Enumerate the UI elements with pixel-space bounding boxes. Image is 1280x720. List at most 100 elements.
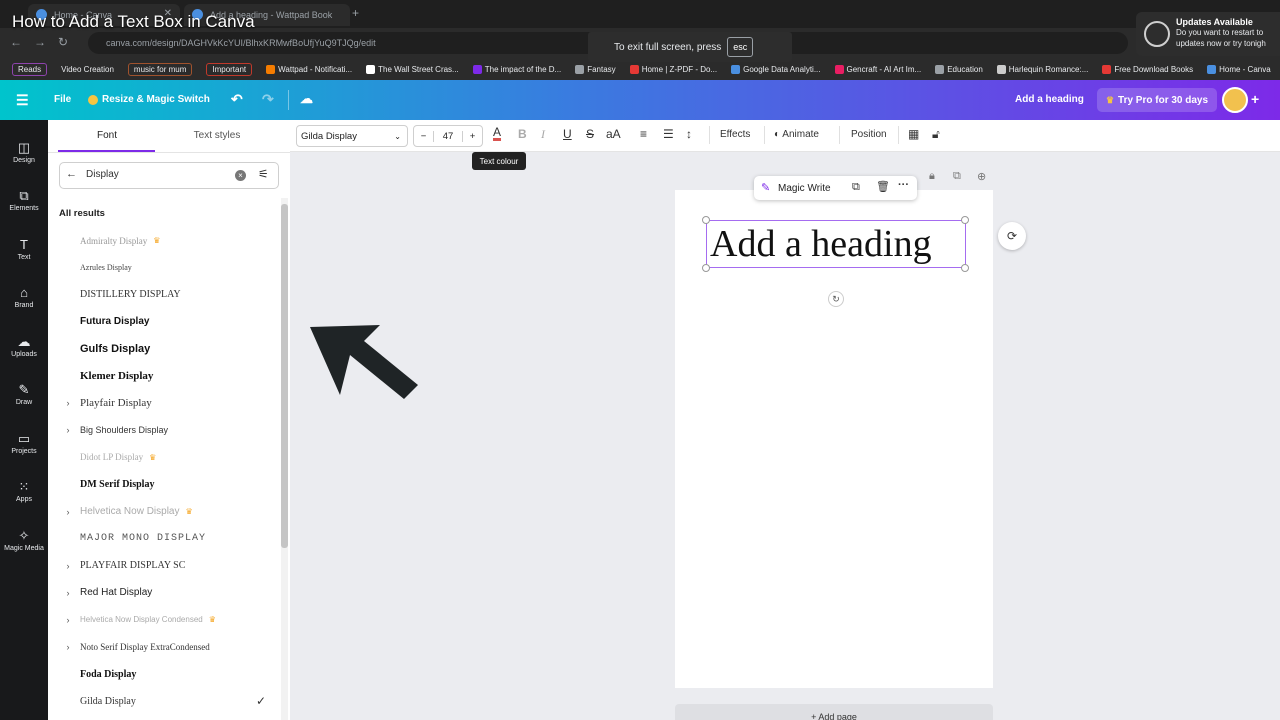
font-list-item[interactable]: › Helvetica Now Display Condensed ♛: [56, 606, 278, 633]
font-list-item[interactable]: Klemer Display: [56, 363, 278, 390]
position-button[interactable]: Position: [851, 129, 887, 140]
expand-chevron-icon[interactable]: ›: [56, 398, 80, 408]
rail-item-projects[interactable]: ▭ Projects: [0, 421, 48, 465]
bookmark-item[interactable]: Free Download Books: [1098, 64, 1197, 74]
duplicate-page-icon[interactable]: ⧉: [953, 170, 961, 183]
font-list-item[interactable]: › PLAYFAIR DISPLAY SC: [56, 552, 278, 579]
lock-icon[interactable]: 🔓︎: [932, 127, 940, 142]
text-color-icon[interactable]: A: [493, 125, 501, 139]
document-title[interactable]: Add a heading: [1015, 94, 1084, 105]
menu-icon[interactable]: ☰: [16, 92, 29, 109]
font-list-item[interactable]: Azrules Display: [56, 254, 278, 281]
font-list-item[interactable]: Didot LP Display ♛: [56, 444, 278, 471]
add-collaborator-icon[interactable]: +: [1251, 91, 1259, 107]
font-list-item[interactable]: Futura Display: [56, 308, 278, 335]
rail-item-brand[interactable]: ⌂ Brand: [0, 276, 48, 320]
increase-size-button[interactable]: +: [462, 130, 482, 142]
expand-chevron-icon[interactable]: ›: [56, 615, 80, 625]
font-list-item[interactable]: › Playfair Display: [56, 390, 278, 417]
expand-chevron-icon[interactable]: ›: [56, 588, 80, 598]
add-page-button[interactable]: + Add page: [675, 704, 993, 720]
font-list-item[interactable]: DISTILLERY DISPLAY: [56, 281, 278, 308]
tab-font[interactable]: Font: [52, 130, 162, 141]
bookmark-item[interactable]: The impact of the D...: [469, 64, 565, 74]
bookmark-item[interactable]: Important: [202, 62, 256, 76]
back-icon[interactable]: ←: [10, 35, 22, 49]
back-arrow-icon[interactable]: ←: [66, 168, 77, 180]
expand-chevron-icon[interactable]: ›: [56, 561, 80, 571]
bookmark-item[interactable]: Home | Z-PDF - Do...: [626, 64, 721, 74]
bookmark-item[interactable]: Fantasy: [571, 64, 619, 74]
rail-item-magic-media[interactable]: ✧ Magic Media: [0, 518, 48, 562]
font-list-item[interactable]: MAJOR MONO DISPLAY: [56, 525, 278, 552]
new-tab-icon[interactable]: +: [352, 6, 359, 20]
more-options-icon[interactable]: ···: [898, 179, 909, 191]
font-family-dropdown[interactable]: Gilda Display ⌄: [296, 125, 408, 147]
align-icon[interactable]: ≡: [640, 127, 647, 141]
font-list-item[interactable]: Gulfs Display: [56, 335, 278, 362]
filter-icon[interactable]: ⚟: [258, 167, 269, 181]
bookmark-item[interactable]: Education: [931, 64, 987, 74]
bookmark-item[interactable]: Home - Canva: [1203, 64, 1275, 74]
cloud-save-icon[interactable]: ☁: [300, 91, 313, 107]
rail-item-apps[interactable]: ⁙ Apps: [0, 470, 48, 514]
bookmark-item[interactable]: music for mum: [124, 62, 196, 76]
rail-item-uploads[interactable]: ☁ Uploads: [0, 324, 48, 368]
transparency-icon[interactable]: ▦: [908, 127, 919, 141]
decrease-size-button[interactable]: −: [414, 130, 434, 142]
bold-icon[interactable]: B: [518, 127, 527, 141]
add-page-icon[interactable]: ⊕: [977, 170, 986, 183]
delete-icon[interactable]: 🗑︎: [876, 180, 890, 193]
tab-text-styles[interactable]: Text styles: [162, 130, 272, 141]
bookmark-item[interactable]: Video Creation: [57, 65, 118, 74]
effects-button[interactable]: Effects: [720, 129, 750, 140]
font-list-item[interactable]: Foda Display: [56, 661, 278, 688]
rotate-handle-icon[interactable]: ↻: [828, 291, 844, 307]
clear-search-icon[interactable]: ×: [235, 170, 246, 181]
list-icon[interactable]: ☰: [663, 127, 674, 141]
forward-icon[interactable]: →: [34, 35, 46, 49]
file-menu-button[interactable]: File: [54, 94, 71, 105]
heading-text-box[interactable]: Add a heading: [706, 220, 966, 268]
rail-item-text[interactable]: T Text: [0, 227, 48, 271]
letter-case-icon[interactable]: aA: [606, 127, 621, 141]
bookmark-item[interactable]: Gencraft - AI Art Im...: [831, 64, 926, 74]
bookmark-item[interactable]: Google Data Analyti...: [727, 64, 824, 74]
expand-chevron-icon[interactable]: ›: [56, 507, 80, 517]
expand-chevron-icon[interactable]: ›: [56, 642, 80, 652]
resize-handle-tl[interactable]: [702, 216, 710, 224]
rail-item-elements[interactable]: ⧉ Elements: [0, 179, 48, 223]
font-list-item[interactable]: Gilda Display ✓: [56, 688, 278, 715]
font-list-item[interactable]: › Red Hat Display: [56, 579, 278, 606]
bookmark-item[interactable]: Wattpad - Notificati...: [262, 64, 356, 74]
bookmark-item[interactable]: Reads: [8, 62, 51, 76]
font-list-item[interactable]: DM Serif Display: [56, 471, 278, 498]
resize-magic-switch-button[interactable]: Resize & Magic Switch: [88, 94, 210, 105]
comment-refresh-icon[interactable]: ⟳: [998, 222, 1026, 250]
resize-handle-tr[interactable]: [961, 216, 969, 224]
duplicate-icon[interactable]: ⧉: [852, 181, 860, 194]
animate-button[interactable]: ◐ Animate: [774, 129, 819, 140]
font-size-value[interactable]: 47: [434, 131, 462, 142]
try-pro-button[interactable]: ♛ Try Pro for 30 days: [1097, 88, 1217, 112]
rail-item-design[interactable]: ◫ Design: [0, 130, 48, 174]
resize-handle-br[interactable]: [961, 264, 969, 272]
rail-item-draw[interactable]: ✎ Draw: [0, 373, 48, 417]
font-list-item[interactable]: › Helvetica Now Display ♛: [56, 498, 278, 525]
panel-scrollbar-thumb[interactable]: [281, 204, 288, 548]
reload-icon[interactable]: ↻: [58, 35, 68, 49]
redo-icon[interactable]: ↷: [262, 91, 274, 108]
update-notification[interactable]: Updates Available Do you want to restart…: [1136, 12, 1280, 56]
italic-icon[interactable]: I: [541, 127, 545, 142]
font-list-item[interactable]: Admiralty Display ♛: [56, 227, 278, 254]
bookmark-item[interactable]: Harlequin Romance:...: [993, 64, 1093, 74]
resize-handle-bl[interactable]: [702, 264, 710, 272]
underline-icon[interactable]: U: [563, 127, 572, 141]
expand-chevron-icon[interactable]: ›: [56, 425, 80, 435]
strikethrough-icon[interactable]: S: [586, 127, 594, 141]
font-size-stepper[interactable]: − 47 +: [413, 125, 483, 147]
bookmark-item[interactable]: The Wall Street Cras...: [362, 64, 463, 74]
spacing-icon[interactable]: ↕: [686, 127, 692, 141]
avatar[interactable]: [1222, 87, 1248, 113]
font-list-item[interactable]: › Big Shoulders Display: [56, 417, 278, 444]
